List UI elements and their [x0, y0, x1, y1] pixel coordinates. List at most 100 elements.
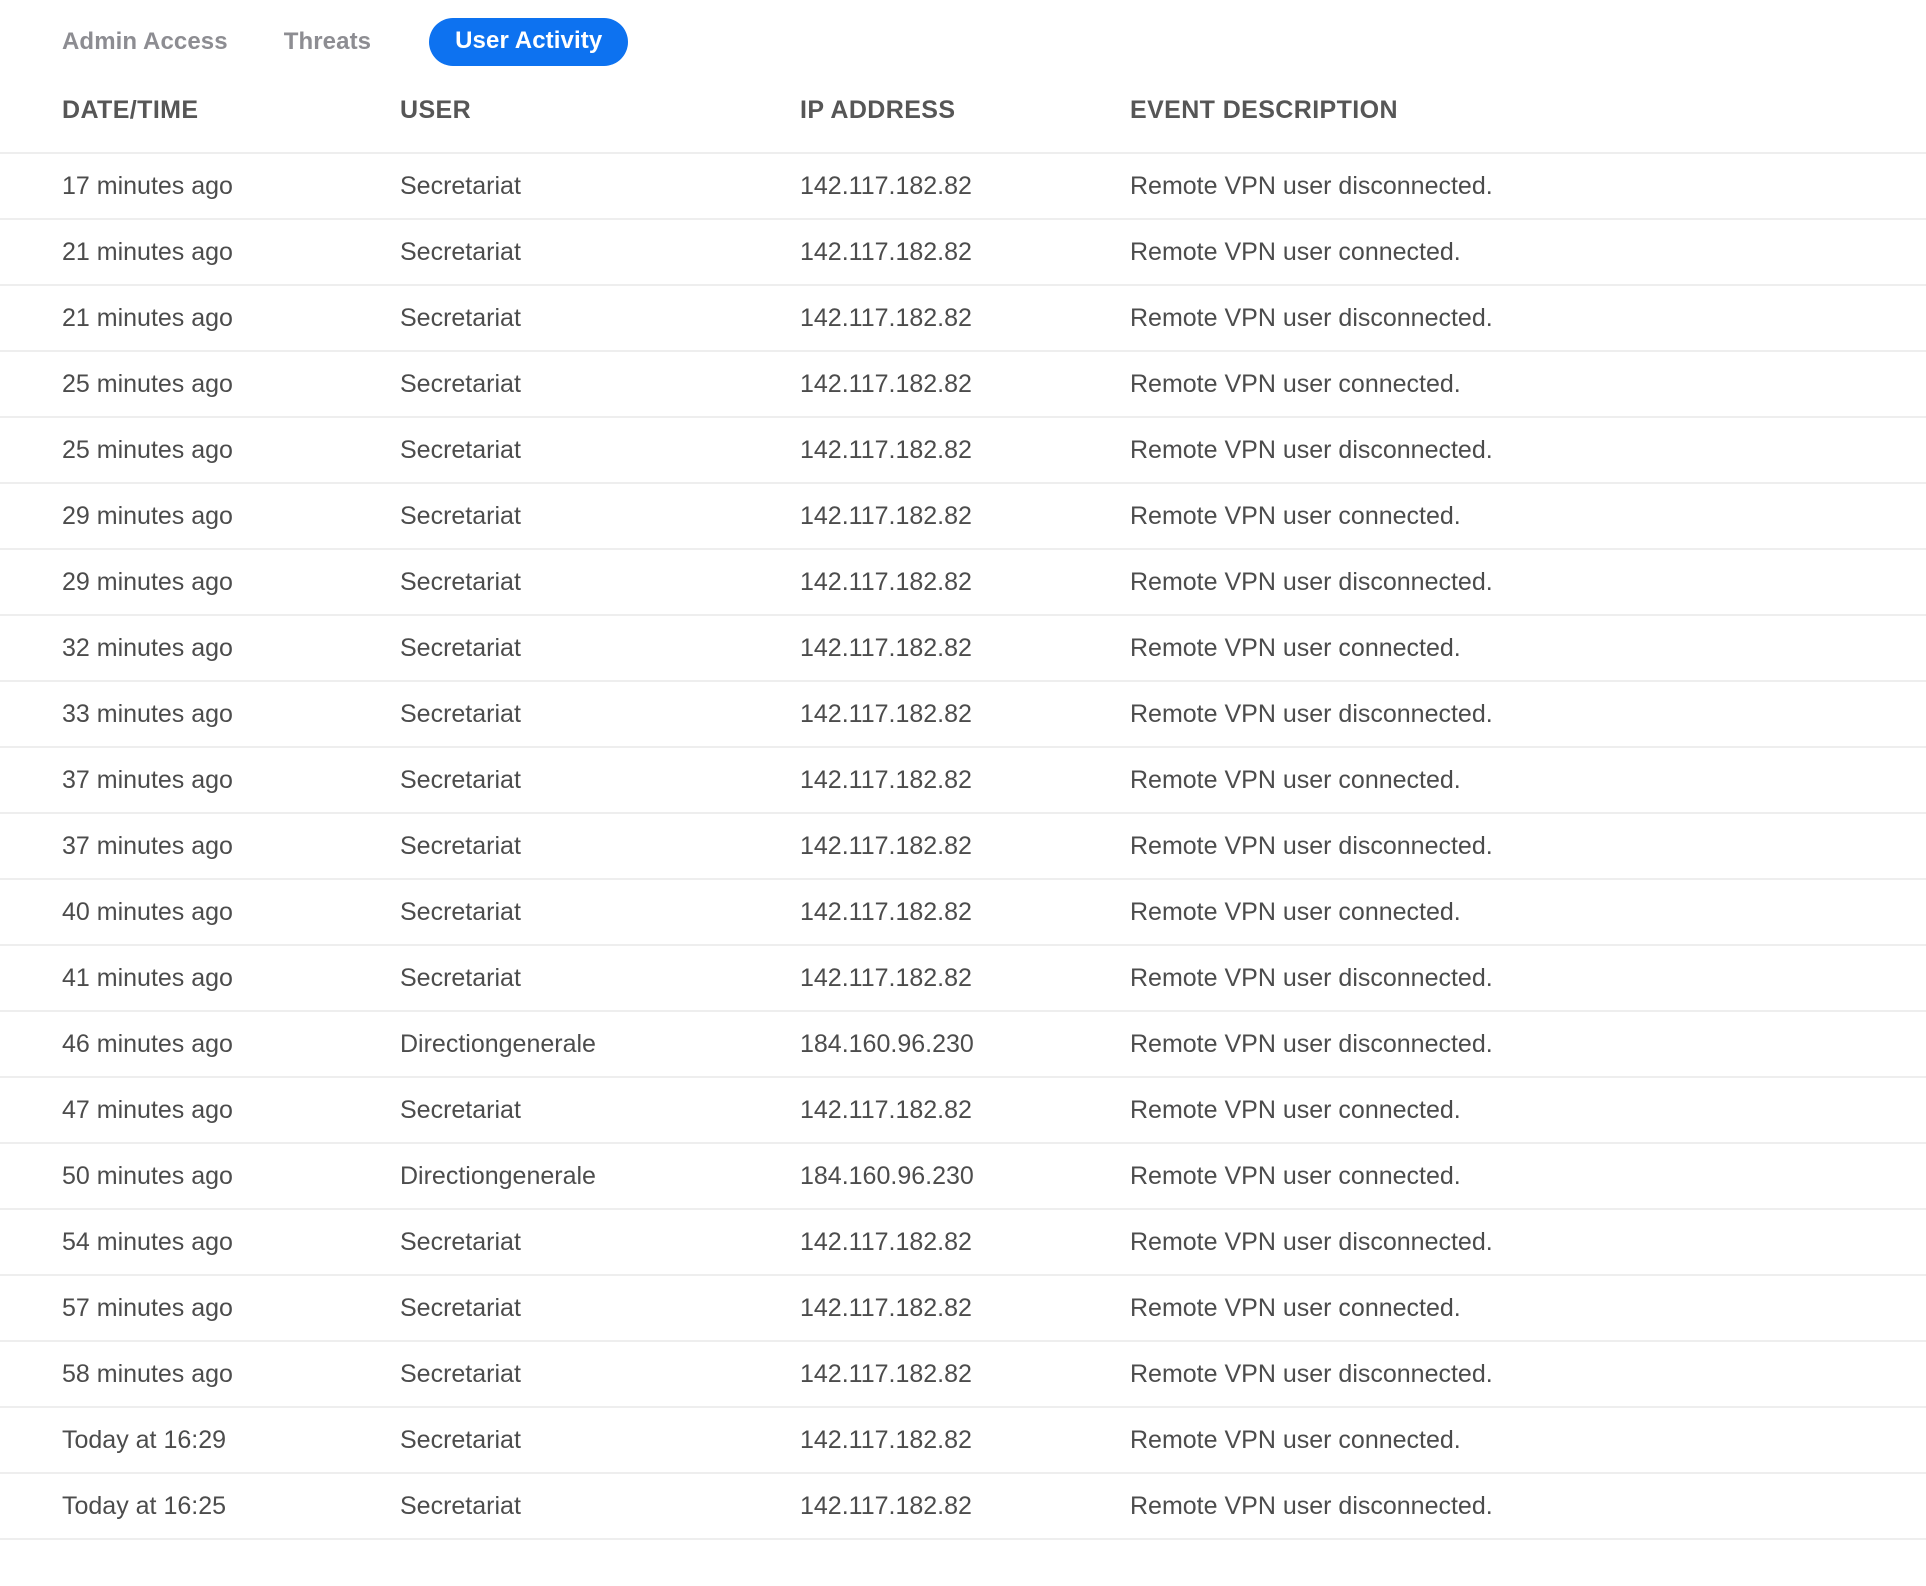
table-row[interactable]: Today at 16:25 Secretariat 142.117.182.82 R… — [0, 1473, 1926, 1539]
cell-user: Secretariat — [400, 436, 521, 464]
cell-datetime: 32 minutes ago — [62, 634, 233, 662]
table-row[interactable]: 29 minutes ago Secretariat 142.117.182.82 R… — [0, 549, 1926, 615]
table-row[interactable]: 54 minutes ago Secretariat 142.117.182.82 R… — [0, 1209, 1926, 1275]
table-row[interactable]: 25 minutes ago Secretariat 142.117.182.82 R… — [0, 417, 1926, 483]
user-activity-table-wrapper: DATE/TIME USER IP ADDRESS EVENT DESCRIPT… — [0, 96, 1926, 1540]
user-activity-table: DATE/TIME USER IP ADDRESS EVENT DESCRIPT… — [0, 96, 1926, 1540]
cell-datetime: 21 minutes ago — [62, 238, 233, 266]
column-header-ip[interactable]: IP ADDRESS — [800, 96, 1130, 153]
table-body: 17 minutes ago Secretariat 142.117.182.82 R… — [0, 153, 1926, 1539]
cell-event-description: Remote VPN user connected. — [1130, 1294, 1461, 1322]
cell-ip-address: 142.117.182.82 — [800, 1228, 972, 1256]
cell-ip-address: 142.117.182.82 — [800, 634, 972, 662]
cell-event-description: Remote VPN user disconnected. — [1130, 1228, 1493, 1256]
cell-ip-address: 142.117.182.82 — [800, 832, 972, 860]
cell-user: Secretariat — [400, 700, 521, 728]
cell-user: Secretariat — [400, 1360, 521, 1388]
cell-datetime: 50 minutes ago — [62, 1162, 233, 1190]
cell-ip-address: 142.117.182.82 — [800, 964, 972, 992]
cell-user: Secretariat — [400, 304, 521, 332]
cell-ip-address: 142.117.182.82 — [800, 436, 972, 464]
table-header: DATE/TIME USER IP ADDRESS EVENT DESCRIPT… — [0, 96, 1926, 153]
cell-event-description: Remote VPN user connected. — [1130, 766, 1461, 794]
cell-datetime: 33 minutes ago — [62, 700, 233, 728]
cell-user: Secretariat — [400, 1228, 521, 1256]
cell-user: Secretariat — [400, 898, 521, 926]
cell-user: Secretariat — [400, 1492, 521, 1520]
cell-event-description: Remote VPN user disconnected. — [1130, 1360, 1493, 1388]
tab-user-activity[interactable]: User Activity — [429, 18, 629, 66]
cell-ip-address: 142.117.182.82 — [800, 766, 972, 794]
table-row[interactable]: Today at 16:29 Secretariat 142.117.182.82 R… — [0, 1407, 1926, 1473]
cell-ip-address: 142.117.182.82 — [800, 898, 972, 926]
cell-event-description: Remote VPN user connected. — [1130, 898, 1461, 926]
cell-user: Secretariat — [400, 1294, 521, 1322]
cell-datetime: Today at 16:29 — [62, 1426, 227, 1454]
table-row[interactable]: 37 minutes ago Secretariat 142.117.182.82 R… — [0, 747, 1926, 813]
cell-ip-address: 142.117.182.82 — [800, 502, 972, 530]
cell-ip-address: 142.117.182.82 — [800, 1360, 972, 1388]
cell-user: Secretariat — [400, 172, 521, 200]
cell-datetime: 37 minutes ago — [62, 766, 233, 794]
cell-event-description: Remote VPN user connected. — [1130, 1162, 1461, 1190]
table-row[interactable]: 41 minutes ago Secretariat 142.117.182.82 R… — [0, 945, 1926, 1011]
tab-bar: Admin Access Threats User Activity — [0, 0, 1926, 66]
table-row[interactable]: 37 minutes ago Secretariat 142.117.182.82 R… — [0, 813, 1926, 879]
cell-event-description: Remote VPN user disconnected. — [1130, 304, 1493, 332]
table-row[interactable]: 46 minutes ago Directiongenerale 184.160.9… — [0, 1011, 1926, 1077]
cell-datetime: 17 minutes ago — [62, 172, 233, 200]
cell-event-description: Remote VPN user disconnected. — [1130, 832, 1493, 860]
cell-datetime: 25 minutes ago — [62, 370, 233, 398]
cell-datetime: 57 minutes ago — [62, 1294, 233, 1322]
table-row[interactable]: 29 minutes ago Secretariat 142.117.182.82 R… — [0, 483, 1926, 549]
table-row[interactable]: 32 minutes ago Secretariat 142.117.182.82 R… — [0, 615, 1926, 681]
cell-user: Directiongenerale — [400, 1162, 596, 1190]
cell-ip-address: 142.117.182.82 — [800, 1492, 972, 1520]
table-row[interactable]: 33 minutes ago Secretariat 142.117.182.82 R… — [0, 681, 1926, 747]
cell-event-description: Remote VPN user disconnected. — [1130, 436, 1493, 464]
cell-datetime: 46 minutes ago — [62, 1030, 233, 1058]
cell-datetime: 25 minutes ago — [62, 436, 233, 464]
cell-ip-address: 142.117.182.82 — [800, 1426, 972, 1454]
cell-datetime: 54 minutes ago — [62, 1228, 233, 1256]
column-header-event[interactable]: EVENT DESCRIPTION — [1130, 96, 1926, 153]
table-row[interactable]: 25 minutes ago Secretariat 142.117.182.82 R… — [0, 351, 1926, 417]
cell-user: Secretariat — [400, 766, 521, 794]
cell-datetime: 29 minutes ago — [62, 502, 233, 530]
cell-user: Secretariat — [400, 238, 521, 266]
cell-datetime: 58 minutes ago — [62, 1360, 233, 1388]
table-row[interactable]: 57 minutes ago Secretariat 142.117.182.82 R… — [0, 1275, 1926, 1341]
cell-ip-address: 142.117.182.82 — [800, 1096, 972, 1124]
cell-event-description: Remote VPN user connected. — [1130, 238, 1461, 266]
cell-event-description: Remote VPN user disconnected. — [1130, 700, 1493, 728]
cell-event-description: Remote VPN user connected. — [1130, 1426, 1461, 1454]
table-row[interactable]: 40 minutes ago Secretariat 142.117.182.82 R… — [0, 879, 1926, 945]
cell-event-description: Remote VPN user connected. — [1130, 502, 1461, 530]
cell-event-description: Remote VPN user disconnected. — [1130, 1492, 1493, 1520]
cell-user: Directiongenerale — [400, 1030, 596, 1058]
table-row[interactable]: 50 minutes ago Directiongenerale 184.160.9… — [0, 1143, 1926, 1209]
cell-datetime: 41 minutes ago — [62, 964, 233, 992]
cell-ip-address: 142.117.182.82 — [800, 238, 972, 266]
cell-ip-address: 184.160.96.230 — [800, 1030, 974, 1058]
table-row[interactable]: 58 minutes ago Secretariat 142.117.182.82 R… — [0, 1341, 1926, 1407]
column-header-datetime[interactable]: DATE/TIME — [0, 96, 400, 153]
cell-ip-address: 142.117.182.82 — [800, 568, 972, 596]
cell-event-description: Remote VPN user connected. — [1130, 1096, 1461, 1124]
table-row[interactable]: 17 minutes ago Secretariat 142.117.182.82 R… — [0, 153, 1926, 219]
table-row[interactable]: 21 minutes ago Secretariat 142.117.182.82 R… — [0, 285, 1926, 351]
table-row[interactable]: 21 minutes ago Secretariat 142.117.182.82 R… — [0, 219, 1926, 285]
table-row[interactable]: 47 minutes ago Secretariat 142.117.182.82 R… — [0, 1077, 1926, 1143]
cell-ip-address: 142.117.182.82 — [800, 700, 972, 728]
cell-datetime: 29 minutes ago — [62, 568, 233, 596]
tab-threats[interactable]: Threats — [284, 30, 371, 54]
cell-datetime: 37 minutes ago — [62, 832, 233, 860]
tab-admin-access[interactable]: Admin Access — [62, 30, 228, 54]
cell-user: Secretariat — [400, 634, 521, 662]
column-header-user[interactable]: USER — [400, 96, 800, 153]
cell-user: Secretariat — [400, 568, 521, 596]
cell-ip-address: 142.117.182.82 — [800, 1294, 972, 1322]
cell-datetime: 40 minutes ago — [62, 898, 233, 926]
cell-ip-address: 142.117.182.82 — [800, 172, 972, 200]
cell-user: Secretariat — [400, 832, 521, 860]
